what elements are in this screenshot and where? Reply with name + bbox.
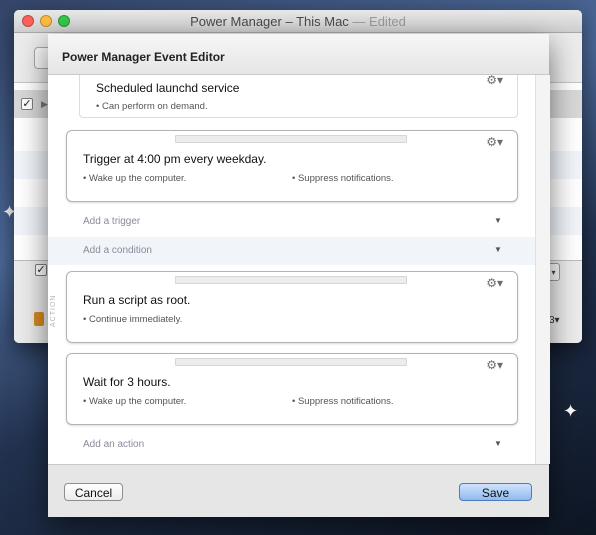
- add-condition-label: Add a condition: [83, 245, 152, 256]
- editor-content: ⚙▾ Scheduled launchd service • Can perfo…: [48, 75, 535, 464]
- disclosure-triangle-icon[interactable]: ▶: [41, 99, 48, 110]
- window-title: Power Manager – This Mac — Edited: [14, 14, 582, 29]
- gear-menu-icon[interactable]: ⚙▾: [486, 276, 503, 290]
- drag-handle[interactable]: [175, 276, 407, 284]
- action-wait-card[interactable]: ⚙▾ Wait for 3 hours. • Wake up the compu…: [66, 353, 518, 425]
- trigger-note-wake: • Wake up the computer.: [83, 173, 187, 184]
- service-note: • Can perform on demand.: [96, 101, 208, 112]
- action-script-title: Run a script as root.: [83, 293, 191, 307]
- action-wait-note-wake: • Wake up the computer.: [83, 396, 187, 407]
- action-script-card[interactable]: ⚙▾ Run a script as root. • Continue imme…: [66, 271, 518, 343]
- scrollbar-track[interactable]: [535, 75, 550, 464]
- action-wait-note-suppress: • Suppress notifications.: [292, 396, 394, 407]
- gear-menu-icon[interactable]: ⚙▾: [486, 75, 503, 87]
- title-bar[interactable]: Power Manager – This Mac — Edited: [14, 10, 582, 33]
- app-icon: [34, 312, 44, 326]
- action-script-note: • Continue immediately.: [83, 314, 183, 325]
- window-title-text: Power Manager – This Mac: [190, 14, 349, 29]
- chevron-down-icon[interactable]: ▼: [494, 439, 502, 448]
- service-card[interactable]: ⚙▾ Scheduled launchd service • Can perfo…: [79, 75, 518, 118]
- trigger-note-suppress: • Suppress notifications.: [292, 173, 394, 184]
- add-trigger-label: Add a trigger: [83, 216, 141, 227]
- event-enabled-checkbox[interactable]: ✓: [21, 98, 33, 110]
- cancel-button[interactable]: Cancel: [64, 483, 123, 501]
- add-trigger-row[interactable]: Add a trigger ▼: [48, 208, 535, 236]
- desktop-star: ✦: [563, 401, 579, 421]
- window-title-edited: — Edited: [352, 14, 406, 29]
- drag-handle[interactable]: [175, 358, 407, 366]
- chevron-down-icon[interactable]: ▼: [494, 245, 502, 254]
- add-action-label: Add an action: [83, 439, 145, 450]
- trigger-card[interactable]: ⚙▾ Trigger at 4:00 pm every weekday. • W…: [66, 130, 518, 202]
- popup-arrow-icon[interactable]: 3▾: [549, 315, 560, 326]
- chevron-down-icon[interactable]: ▼: [494, 216, 502, 225]
- add-action-row[interactable]: Add an action ▼: [48, 431, 535, 459]
- action-wait-title: Wait for 3 hours.: [83, 375, 171, 389]
- trigger-title: Trigger at 4:00 pm every weekday.: [83, 152, 267, 166]
- add-condition-row[interactable]: Add a condition ▼: [48, 237, 535, 265]
- gear-menu-icon[interactable]: ⚙▾: [486, 358, 503, 372]
- gear-menu-icon[interactable]: ⚙▾: [486, 135, 503, 149]
- drag-handle[interactable]: [175, 135, 407, 143]
- save-button[interactable]: Save: [459, 483, 532, 501]
- action-section-label: ACTION: [50, 294, 57, 327]
- sheet-footer: Cancel Save: [48, 464, 549, 517]
- sheet-title: Power Manager Event Editor: [62, 50, 225, 64]
- sheet-header: Power Manager Event Editor: [48, 34, 549, 75]
- option-checkbox[interactable]: ✓: [35, 264, 47, 276]
- event-editor-sheet: Power Manager Event Editor ⚙▾ Scheduled …: [48, 34, 550, 517]
- service-title: Scheduled launchd service: [96, 81, 240, 95]
